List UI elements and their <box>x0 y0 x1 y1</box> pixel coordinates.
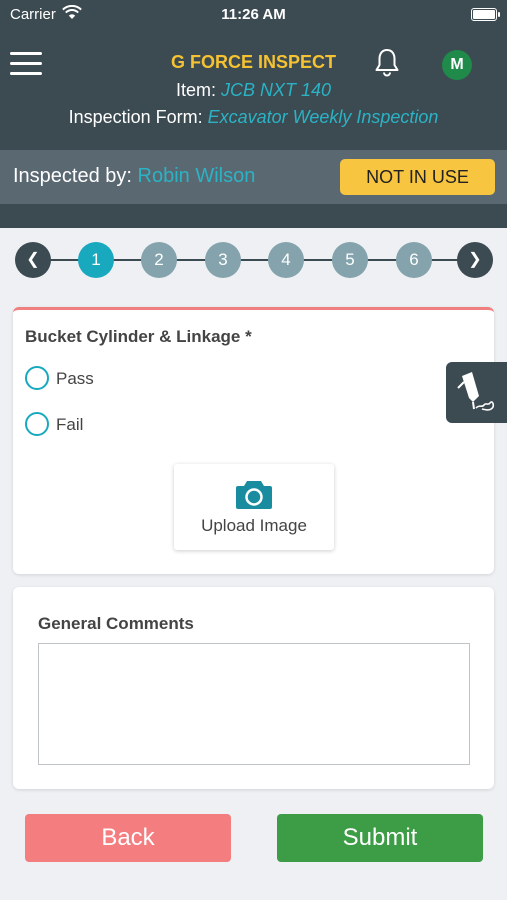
inspected-by-label: Inspected by: <box>13 165 132 187</box>
comments-card: General Comments <box>13 587 494 789</box>
inspector-bar: Inspected by: Robin Wilson NOT IN USE <box>0 150 507 204</box>
signature-button[interactable] <box>446 362 507 423</box>
step-navigator: ❮ 1 2 3 4 5 6 ❯ <box>0 242 507 278</box>
upload-image-button[interactable]: Upload Image <box>174 464 334 550</box>
submit-button[interactable]: Submit <box>277 814 483 862</box>
general-comments-label: General Comments <box>38 614 194 633</box>
app-header: G FORCE INSPECT Item: JCB NXT 140 Inspec… <box>0 30 507 150</box>
camera-icon <box>236 481 272 509</box>
inspector-name: Robin Wilson <box>137 165 256 187</box>
question-title: Bucket Cylinder & Linkage * <box>25 327 252 346</box>
battery-icon <box>471 8 500 21</box>
step-1[interactable]: 1 <box>78 242 114 278</box>
item-value: JCB NXT 140 <box>220 80 332 100</box>
app-title: G FORCE INSPECT <box>170 52 336 72</box>
upload-image-label: Upload Image <box>201 516 307 535</box>
clock: 11:26 AM <box>221 6 286 23</box>
item-label: Item: <box>175 80 216 100</box>
not-in-use-button[interactable]: NOT IN USE <box>340 159 495 195</box>
item-line: Item: JCB NXT 140 <box>0 80 507 101</box>
step-5[interactable]: 5 <box>332 242 368 278</box>
avatar[interactable]: M <box>442 50 472 80</box>
form-value: Excavator Weekly Inspection <box>207 107 439 127</box>
status-bar: Carrier 11:26 AM <box>0 0 507 30</box>
header-divider <box>0 204 507 228</box>
radio-button[interactable] <box>25 366 49 390</box>
form-line: Inspection Form: Excavator Weekly Inspec… <box>0 107 507 128</box>
option-label: Fail <box>56 415 84 434</box>
signature-pen-icon <box>457 372 495 411</box>
option-label: Pass <box>56 369 94 388</box>
question-card: Bucket Cylinder & Linkage * Pass Fail Up… <box>13 307 494 574</box>
inspected-by: Inspected by: Robin Wilson <box>13 165 255 188</box>
step-2[interactable]: 2 <box>141 242 177 278</box>
step-6[interactable]: 6 <box>396 242 432 278</box>
chevron-right-icon[interactable]: ❯ <box>457 242 493 278</box>
general-comments-input[interactable] <box>38 643 470 765</box>
form-label: Inspection Form: <box>68 107 203 127</box>
radio-button[interactable] <box>25 412 49 436</box>
step-4[interactable]: 4 <box>268 242 304 278</box>
chevron-left-icon[interactable]: ❮ <box>15 242 51 278</box>
bell-icon[interactable] <box>371 46 403 78</box>
back-button[interactable]: Back <box>25 814 231 862</box>
step-3[interactable]: 3 <box>205 242 241 278</box>
